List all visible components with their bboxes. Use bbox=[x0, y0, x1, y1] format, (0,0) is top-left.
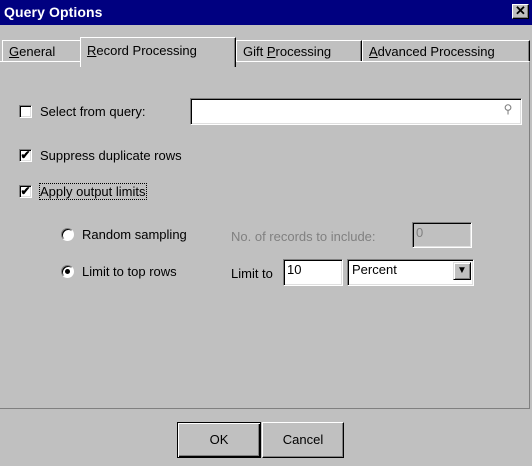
tab-general-label: eneral bbox=[19, 44, 56, 59]
checkmark-icon: ✔ bbox=[20, 184, 31, 198]
suppress-duplicates-label: Suppress duplicate rows bbox=[40, 148, 182, 163]
binoculars-icon[interactable]: ⚲ bbox=[497, 101, 519, 118]
random-sampling-radio[interactable] bbox=[61, 228, 74, 241]
limit-to-top-rows-label: Limit to top rows bbox=[82, 264, 177, 279]
ok-button[interactable]: OK bbox=[177, 422, 261, 458]
records-to-include-field[interactable]: 0 bbox=[412, 222, 472, 248]
tab-gift-processing-label: rocessing bbox=[275, 44, 332, 59]
tab-advanced-processing-accel: A bbox=[369, 44, 378, 59]
limit-unit-value: Percent bbox=[352, 262, 397, 277]
tab-gift-processing-accel: P bbox=[266, 44, 276, 59]
select-from-query-checkbox[interactable] bbox=[19, 105, 32, 118]
suppress-duplicates-checkbox[interactable]: ✔ bbox=[19, 149, 32, 162]
cancel-button[interactable]: Cancel bbox=[262, 422, 344, 458]
record-processing-panel: Select from query: ⚲ ✔ Suppress duplicat… bbox=[0, 61, 530, 409]
tab-general[interactable]: General bbox=[2, 40, 82, 62]
tab-gift-processing-label-pre: Gift bbox=[243, 44, 267, 59]
query-field[interactable]: ⚲ bbox=[190, 98, 522, 125]
window-title: Query Options bbox=[4, 4, 103, 20]
records-to-include-label: No. of records to include: bbox=[231, 229, 376, 244]
limit-to-top-rows-radio[interactable] bbox=[61, 265, 74, 278]
limit-unit-dropdown[interactable]: Percent ▼ bbox=[347, 259, 474, 286]
records-to-include-value: 0 bbox=[416, 225, 424, 240]
query-options-dialog: Query Options ✕ General Record Processin… bbox=[0, 0, 532, 466]
limit-to-value: 10 bbox=[287, 262, 302, 277]
tab-record-processing[interactable]: Record Processing bbox=[80, 37, 236, 67]
tab-record-processing-accel: R bbox=[87, 43, 97, 58]
select-from-query-label: Select from query: bbox=[40, 104, 146, 119]
title-bar: Query Options ✕ bbox=[0, 0, 532, 25]
close-button[interactable]: ✕ bbox=[512, 4, 529, 19]
tab-record-processing-label: ecord Processing bbox=[96, 43, 197, 58]
apply-output-limits-checkbox[interactable]: ✔ bbox=[19, 185, 32, 198]
dropdown-arrow-icon[interactable]: ▼ bbox=[453, 262, 471, 280]
radio-selected-dot bbox=[65, 269, 70, 274]
tab-general-accel: G bbox=[9, 44, 20, 59]
tab-advanced-processing[interactable]: Advanced Processing bbox=[362, 40, 530, 62]
apply-output-limits-label: Apply output limits bbox=[39, 183, 147, 200]
close-icon: ✕ bbox=[515, 3, 526, 18]
checkmark-icon: ✔ bbox=[20, 148, 31, 162]
random-sampling-label: Random sampling bbox=[82, 227, 187, 242]
tab-gift-processing[interactable]: Gift Processing bbox=[236, 40, 362, 62]
tab-advanced-processing-label: dvanced Processing bbox=[377, 44, 495, 59]
limit-to-field[interactable]: 10 bbox=[283, 259, 343, 286]
limit-to-label: Limit to bbox=[231, 266, 273, 281]
